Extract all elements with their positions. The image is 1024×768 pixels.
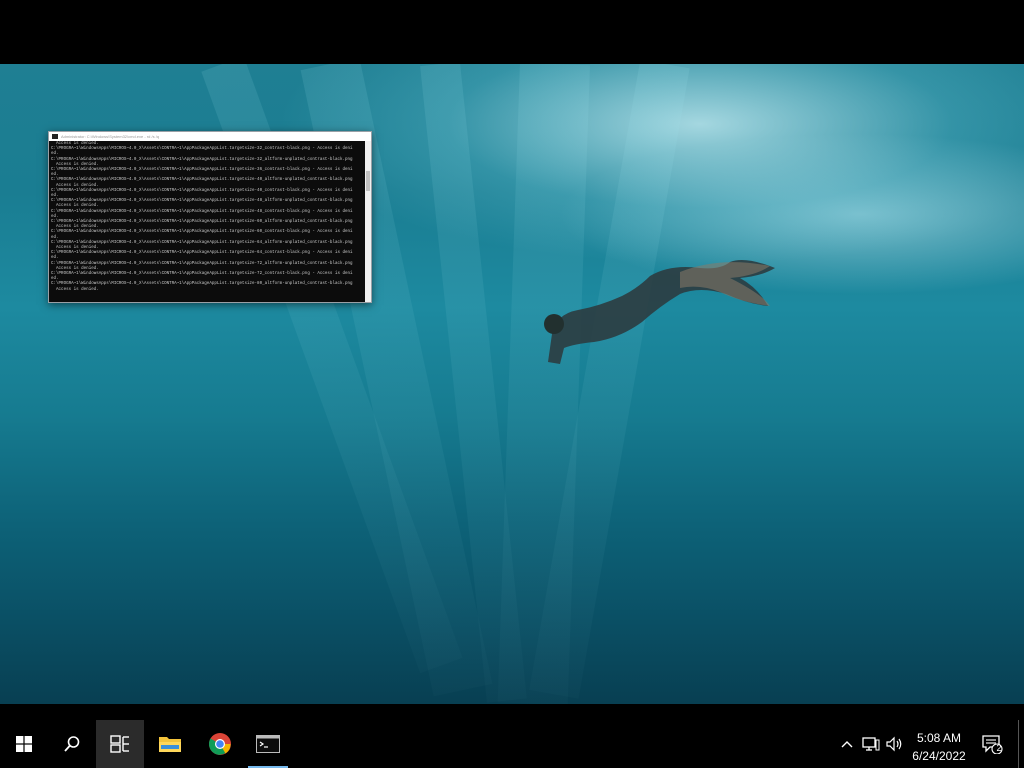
- network-icon: [862, 737, 880, 751]
- cmd-output-line: C:\PROGRA~1\WindowsApps\MICROS~4.0_X\Ass…: [51, 230, 353, 235]
- cmd-output-line: C:\PROGRA~1\WindowsApps\MICROS~4.0_X\Ass…: [51, 147, 353, 152]
- task-view-icon: [110, 735, 129, 753]
- cmd-output-line: C:\PROGRA~1\WindowsApps\MICROS~4.0_X\Ass…: [51, 282, 353, 287]
- show-hidden-icons-button[interactable]: [836, 720, 858, 768]
- taskbar: 5:08 AM 6/24/2022 2: [0, 720, 1024, 768]
- cmd-title: Administrator: C:\Windows\System32\cmd.e…: [61, 134, 160, 139]
- chrome-button[interactable]: [196, 720, 244, 768]
- cmd-titlebar[interactable]: Administrator: C:\Windows\System32\cmd.e…: [49, 132, 371, 141]
- file-explorer-button[interactable]: [146, 720, 194, 768]
- cmd-scrollbar[interactable]: [365, 141, 371, 302]
- cmd-output-line: C:\PROGRA~1\WindowsApps\MICROS~4.0_X\Ass…: [51, 178, 353, 183]
- clock[interactable]: 5:08 AM 6/24/2022: [898, 720, 980, 768]
- cmd-taskbar-button[interactable]: [244, 720, 292, 768]
- cmd-scrollbar-thumb[interactable]: [366, 171, 370, 191]
- cmd-icon: [52, 134, 58, 139]
- task-view-button[interactable]: [96, 720, 144, 768]
- action-center-button[interactable]: 2: [980, 720, 1004, 768]
- cmd-output-line: C:\PROGRA~1\WindowsApps\MICROS~4.0_X\Ass…: [51, 168, 353, 173]
- clock-date: 6/24/2022: [912, 749, 966, 763]
- chrome-icon: [209, 733, 231, 755]
- start-button[interactable]: [0, 720, 48, 768]
- cmd-output-line: C:\PROGRA~1\WindowsApps\MICROS~4.0_X\Ass…: [51, 251, 353, 256]
- cmd-icon: [256, 735, 280, 753]
- windows-logo-icon: [16, 736, 32, 752]
- chevron-up-icon: [841, 741, 853, 748]
- show-desktop-button[interactable]: [1018, 720, 1024, 768]
- clock-time: 5:08 AM: [916, 731, 962, 745]
- cmd-output-line: Access is denied.: [51, 287, 99, 292]
- cmd-output-line: C:\PROGRA~1\WindowsApps\MICROS~4.0_X\Ass…: [51, 209, 353, 214]
- folder-icon: [159, 737, 181, 752]
- notification-count-badge: 2: [996, 743, 1002, 753]
- cmd-console-output[interactable]: Access is denied. C:\PROGRA~1\WindowsApps…: [49, 141, 365, 302]
- cmd-output-line: C:\PROGRA~1\WindowsApps\MICROS~4.0_X\Ass…: [51, 272, 353, 277]
- top-black-bar: [0, 0, 1024, 64]
- search-icon: [64, 736, 80, 752]
- network-button[interactable]: [860, 720, 882, 768]
- search-button[interactable]: [48, 720, 96, 768]
- cmd-window[interactable]: Administrator: C:\Windows\System32\cmd.e…: [48, 131, 372, 303]
- cmd-output-line: C:\PROGRA~1\WindowsApps\MICROS~4.0_X\Ass…: [51, 188, 353, 193]
- freediver-silhouette: [544, 260, 775, 364]
